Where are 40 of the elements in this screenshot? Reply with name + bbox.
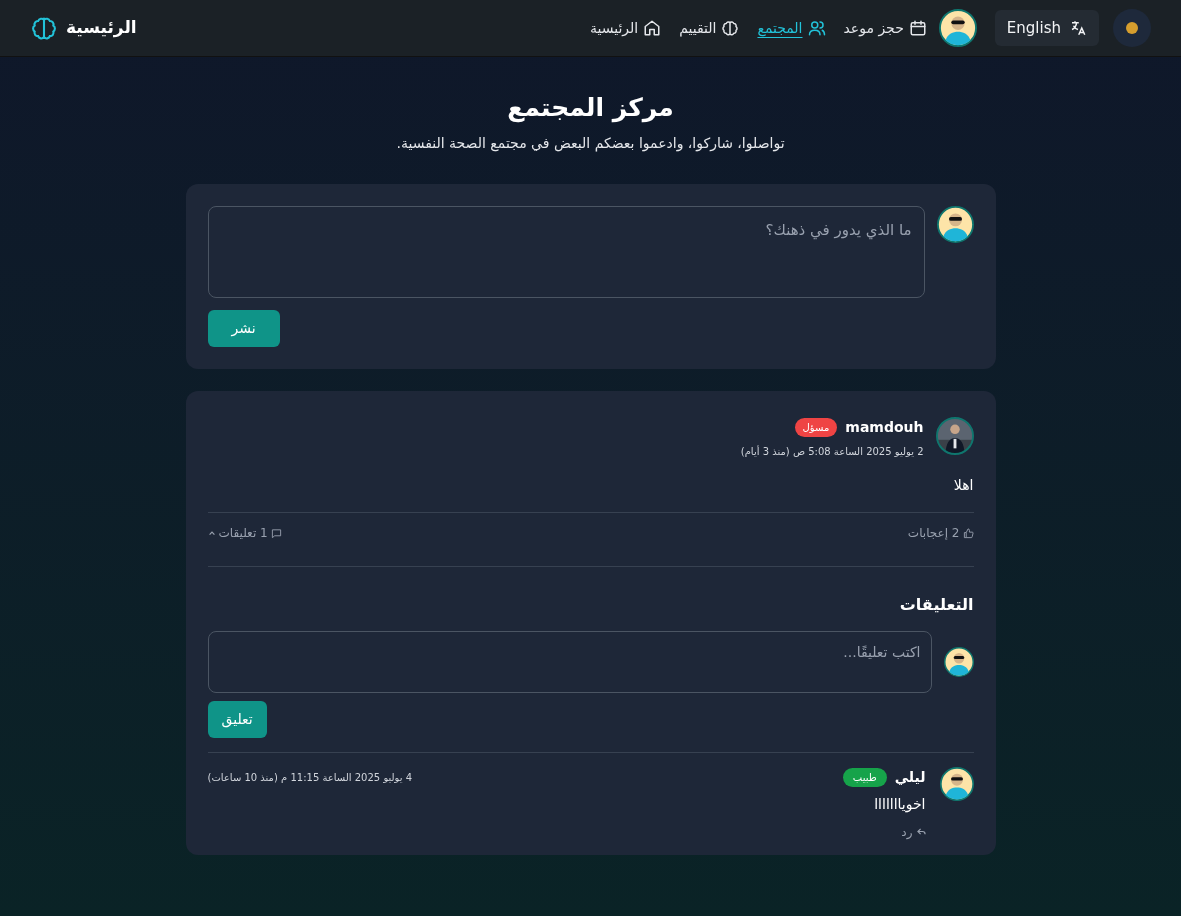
- post-time: 2 يوليو 2025 الساعة 5:08 ص (منذ 3 أيام): [740, 444, 924, 459]
- author-name: mamdouh: [845, 417, 924, 437]
- comment-time: 4 يوليو 2025 الساعة 11:15 م (منذ 10 ساعات): [207, 770, 413, 785]
- comments-heading: التعليقات: [898, 593, 974, 616]
- publish-button[interactable]: نشر: [207, 309, 280, 347]
- avatar: [939, 766, 974, 801]
- avatar: [943, 646, 974, 677]
- brand-link[interactable]: الرئيسية: [30, 14, 137, 42]
- reply-button[interactable]: رد: [901, 822, 926, 841]
- avatar: [938, 9, 977, 47]
- theme-toggle[interactable]: [1113, 9, 1151, 47]
- commenter-name: ليلي: [894, 767, 926, 787]
- post-body: اهلا: [952, 475, 974, 495]
- nav-link[interactable]: التقييم: [679, 17, 740, 39]
- calendar-icon: [908, 19, 927, 37]
- avatar: [936, 205, 974, 243]
- avatar: [935, 416, 974, 455]
- nav-link[interactable]: الرئيسية: [590, 17, 662, 39]
- nav-link[interactable]: المجتمع: [757, 17, 826, 39]
- comment-icon: [270, 527, 282, 539]
- role-badge: طبيب: [842, 767, 887, 787]
- people-icon: [807, 19, 826, 37]
- comment-body: اخويااااااا: [873, 794, 926, 815]
- nav-link[interactable]: حجز موعد: [843, 17, 927, 39]
- role-badge: مسؤل: [794, 417, 838, 437]
- chevron-icon: [207, 529, 216, 537]
- like-button[interactable]: 2 إعجابات: [907, 524, 974, 542]
- home-icon: [643, 19, 662, 37]
- thumbs-up-icon: [962, 527, 974, 539]
- comments-toggle[interactable]: 1 تعليقات: [207, 524, 282, 542]
- brain-icon: [721, 19, 740, 37]
- language-button[interactable]: English: [994, 10, 1099, 46]
- page-title: مركز المجتمع: [506, 92, 675, 125]
- page-subtitle: تواصلوا، شاركوا، وادعموا بعضكم البعض في مجتمع الصحة النفسية.: [395, 133, 786, 154]
- post-input[interactable]: ما الذي يدور في ذهنك؟: [207, 205, 925, 298]
- sun-icon: [1125, 21, 1139, 35]
- reply-icon: [916, 827, 926, 836]
- comment-button[interactable]: تعليق: [207, 700, 267, 738]
- translate-icon: [1069, 19, 1087, 37]
- comment-input[interactable]: اكتب تعليقًا...: [207, 630, 932, 693]
